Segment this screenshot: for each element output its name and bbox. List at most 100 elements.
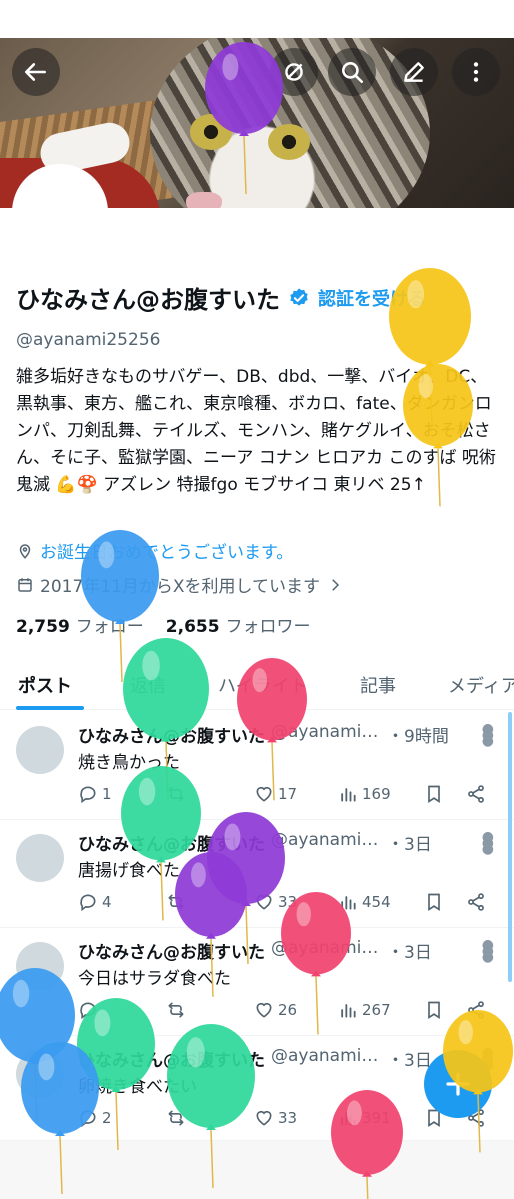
- post-author-name[interactable]: ひなみさん@お腹すいた: [78, 722, 265, 747]
- repost-button[interactable]: [166, 892, 190, 912]
- bookmark-button[interactable]: [424, 784, 444, 804]
- views-button[interactable]: 169: [338, 784, 391, 804]
- get-verified-link[interactable]: 認証を受ける: [318, 285, 426, 311]
- avatar[interactable]: [12, 164, 108, 260]
- post-actions: 1 17 169: [78, 784, 498, 810]
- views-count: 169: [362, 785, 391, 803]
- reply-button[interactable]: 4: [78, 892, 112, 912]
- joined-text: 2017年11月からXを利用しています: [40, 577, 321, 597]
- profile-handle: @ayanami25256: [16, 330, 161, 350]
- active-tab-indicator: [16, 706, 84, 710]
- bottom-navigation-bar: [0, 1140, 514, 1199]
- views-count: 391: [362, 1109, 391, 1127]
- post-actions: 2 33 391: [78, 1108, 498, 1134]
- views-button[interactable]: 267: [338, 1000, 391, 1020]
- edit-button[interactable]: [390, 48, 438, 96]
- following-count: 2,759: [16, 617, 70, 637]
- like-count: 26: [278, 1001, 298, 1019]
- repost-icon: [168, 1110, 184, 1126]
- post-avatar[interactable]: [16, 726, 64, 774]
- post-author-handle[interactable]: @ayanami25256: [271, 1046, 381, 1071]
- views-button[interactable]: 454: [338, 892, 391, 912]
- post-author-name[interactable]: ひなみさん@お腹すいた: [78, 938, 265, 963]
- tab-posts[interactable]: ポスト: [18, 672, 72, 698]
- post-more-icon[interactable]: ● ● ●: [482, 722, 494, 748]
- share-button[interactable]: [466, 1000, 486, 1020]
- bookmark-button[interactable]: [424, 1000, 444, 1020]
- followers-label: フォロワー: [225, 617, 311, 637]
- post-time[interactable]: ・9時間: [387, 722, 449, 747]
- post-time[interactable]: ・3日: [387, 938, 432, 963]
- post-header: ひなみさん@お腹すいた @ayanami25256 ・9時間: [78, 722, 478, 747]
- reply-count: 4: [102, 893, 112, 911]
- post-more-icon[interactable]: ● ● ●: [482, 830, 494, 856]
- post-text: 卵焼き食べたい: [78, 1077, 197, 1097]
- reply-button[interactable]: [78, 1000, 102, 1020]
- share-button[interactable]: [466, 892, 486, 912]
- heart-icon: [256, 1002, 272, 1018]
- like-button[interactable]: 33: [254, 1108, 297, 1128]
- grok-icon: [285, 63, 303, 81]
- grok-button[interactable]: [270, 48, 318, 96]
- repost-button[interactable]: [166, 1108, 190, 1128]
- views-chart-icon: [341, 788, 356, 802]
- views-chart-icon: [341, 896, 356, 910]
- repost-button[interactable]: [166, 784, 190, 804]
- calendar-icon: [18, 577, 32, 592]
- reply-button[interactable]: 2: [78, 1108, 112, 1128]
- profile-tabs: ポスト 返信 ハイライト 記事 メディア: [0, 662, 514, 710]
- share-button[interactable]: [466, 784, 486, 804]
- repost-icon: [168, 1002, 184, 1018]
- post-item[interactable]: ひなみさん@お腹すいた @ayanami25256 ・9時間 ●●● 焼き鳥かっ…: [0, 712, 514, 820]
- repost-button[interactable]: [166, 1000, 190, 1020]
- share-icon: [468, 785, 484, 803]
- like-button[interactable]: 33: [254, 892, 297, 912]
- post-header: ひなみさん@お腹すいた @ayanami25256 ・3日: [78, 1046, 478, 1071]
- views-button[interactable]: 391: [338, 1108, 391, 1128]
- post-text: 今日はサラダ食べた: [78, 969, 231, 989]
- search-button[interactable]: [328, 48, 376, 96]
- reply-button[interactable]: 1: [78, 784, 112, 804]
- profile-name-row: ひなみさん@お腹すいた 認証を受ける: [16, 280, 426, 315]
- reply-icon: [80, 1110, 96, 1128]
- post-more-icon[interactable]: ● ● ●: [482, 938, 494, 964]
- post-author-handle[interactable]: @ayanami25256: [271, 830, 381, 855]
- birthday-text: お誕生日おめでとうございます。: [40, 543, 294, 563]
- tab-articles[interactable]: 記事: [360, 672, 396, 698]
- repost-icon: [168, 786, 184, 802]
- post-avatar[interactable]: [16, 942, 64, 990]
- compose-button[interactable]: [424, 1050, 492, 1118]
- post-text: 唐揚げ食べた: [78, 861, 180, 881]
- post-item[interactable]: ひなみさん@お腹すいた @ayanami25256 ・3日 ●●● 今日はサラダ…: [0, 928, 514, 1036]
- back-button[interactable]: [12, 48, 60, 96]
- post-author-name[interactable]: ひなみさん@お腹すいた: [78, 830, 265, 855]
- tab-media[interactable]: メディア: [448, 672, 514, 698]
- tab-highlights[interactable]: ハイライト: [218, 672, 308, 698]
- joined-row[interactable]: 2017年11月からXを利用しています: [16, 572, 344, 597]
- post-actions: 26 267: [78, 1000, 498, 1026]
- post-author-name[interactable]: ひなみさん@お腹すいた: [78, 1046, 265, 1071]
- like-button[interactable]: 17: [254, 784, 297, 804]
- post-avatar[interactable]: [16, 834, 64, 882]
- post-avatar[interactable]: [16, 1050, 64, 1098]
- chevron-right-icon: [332, 578, 340, 591]
- bookmark-button[interactable]: [424, 892, 444, 912]
- post-item[interactable]: ひなみさん@お腹すいた @ayanami25256 ・3日 ●●● 唐揚げ食べた…: [0, 820, 514, 928]
- post-time[interactable]: ・3日: [387, 830, 432, 855]
- more-button[interactable]: [452, 48, 500, 96]
- birthday-row: お誕生日おめでとうございます。: [16, 538, 293, 563]
- views-count: 267: [362, 1001, 391, 1019]
- post-author-handle[interactable]: @ayanami25256: [271, 722, 381, 747]
- followers-stat[interactable]: 2,655 フォロワー: [166, 612, 311, 637]
- views-chart-icon: [341, 1112, 356, 1126]
- follow-stats: 2,759 フォロー 2,655 フォロワー: [16, 612, 311, 637]
- following-stat[interactable]: 2,759 フォロー: [16, 612, 144, 637]
- scrollbar[interactable]: [508, 712, 512, 982]
- heart-icon: [256, 786, 272, 802]
- like-button[interactable]: 26: [254, 1000, 297, 1020]
- post-time[interactable]: ・3日: [387, 1046, 432, 1071]
- bookmark-icon: [428, 893, 440, 912]
- tab-replies[interactable]: 返信: [130, 672, 166, 698]
- post-author-handle[interactable]: @ayanami25256: [271, 938, 381, 963]
- post-header: ひなみさん@お腹すいた @ayanami25256 ・3日: [78, 830, 478, 855]
